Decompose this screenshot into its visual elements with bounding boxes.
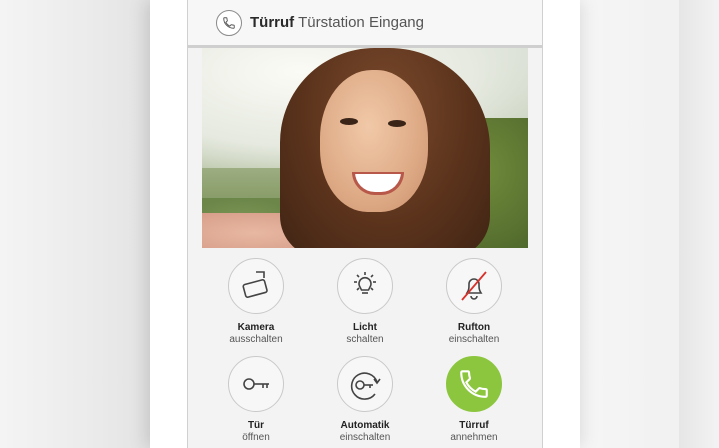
control-panel: Kamera ausschalten Licht schalten Rufton… [188,248,542,448]
background-right [679,0,719,448]
phone-icon [446,356,502,412]
auto-key-icon [337,356,393,412]
video-eye-left [340,118,358,125]
ringtone-sublabel: einschalten [448,334,500,345]
call-header: Türruf Türstation Eingang [188,0,542,48]
door-open-button[interactable]: Tür öffnen [206,356,306,444]
light-sublabel: schalten [346,334,384,345]
device-screen: Türruf Türstation Eingang Kamera ausscha… [187,0,543,448]
title-station: Türstation Eingang [298,14,424,31]
automatic-button[interactable]: Automatik einschalten [315,356,415,444]
automatic-sublabel: einschalten [339,432,391,443]
light-bulb-icon [337,258,393,314]
phone-icon [216,9,242,36]
title-bold: Türruf [250,14,295,31]
ringtone-button[interactable]: Rufton einschalten [424,258,524,346]
key-icon [228,356,284,412]
light-label: Licht [353,322,377,333]
accept-call-label: Türruf [459,420,489,431]
camera-label: Kamera [237,322,275,333]
automatic-label: Automatik [340,420,390,431]
video-eye-right [388,120,406,127]
accept-call-button[interactable]: Türruf annehmen [424,356,524,444]
door-sublabel: öffnen [242,432,270,443]
camera-sublabel: ausschalten [229,334,283,345]
camera-video-feed [202,48,528,248]
bell-muted-icon [446,258,502,314]
ringtone-label: Rufton [457,322,491,333]
camera-button[interactable]: Kamera ausschalten [206,258,306,346]
light-button[interactable]: Licht schalten [315,258,415,346]
accept-call-sublabel: annehmen [450,432,498,443]
background-left [0,0,150,448]
door-label: Tür [247,420,265,431]
camera-icon [228,258,284,314]
page-title: Türruf Türstation Eingang [250,14,424,31]
